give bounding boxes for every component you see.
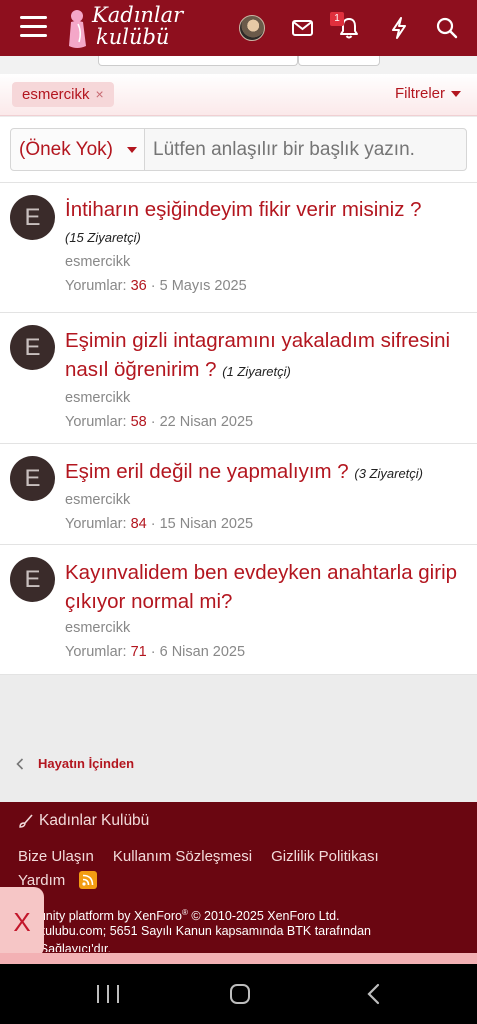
- thread-date[interactable]: 6 Nisan 2025: [160, 644, 245, 660]
- thread-author-avatar[interactable]: E: [10, 325, 55, 370]
- footer-contact-link[interactable]: Bize Ulaşın: [18, 848, 94, 865]
- home-icon[interactable]: [230, 984, 250, 1004]
- meta-separator: ·: [150, 414, 156, 430]
- prefix-select-value: (Önek Yok): [19, 138, 113, 160]
- active-filter-chip[interactable]: esmercikk ×: [12, 82, 114, 107]
- prefix-select[interactable]: (Önek Yok): [10, 128, 145, 171]
- user-avatar[interactable]: [239, 15, 265, 41]
- recent-apps-icon[interactable]: [97, 985, 119, 1003]
- footer-terms-link[interactable]: Kullanım Sözleşmesi: [113, 848, 252, 865]
- meta-separator: ·: [150, 516, 156, 532]
- site-footer: Kadınlar Kulübü Bize Ulaşın Kullanım Söz…: [0, 802, 477, 964]
- thread-author[interactable]: esmercikk: [65, 252, 467, 272]
- breadcrumb-label[interactable]: Hayatın İçinden: [38, 756, 134, 771]
- inbox-icon[interactable]: [289, 15, 315, 41]
- thread-item: E Eşimin gizli intagramını yakaladım sif…: [0, 313, 477, 444]
- thread-title-input[interactable]: [144, 128, 467, 171]
- footer-brand-link[interactable]: Kadınlar Kulübü: [18, 812, 149, 830]
- sub-navigation-fragment: [0, 56, 477, 74]
- footer-privacy-link[interactable]: Gizlilik Politikası: [271, 848, 379, 865]
- thread-author[interactable]: esmercikk: [65, 490, 467, 510]
- footer-copyright-line2: nlarkulubu.com; 5651 Sayılı Kanun kapsam…: [18, 924, 371, 938]
- replies-label: Yorumlar:: [65, 516, 127, 532]
- site-logo[interactable]: Kadınlar kulübü: [66, 2, 196, 54]
- replies-count[interactable]: 36: [131, 278, 147, 294]
- sub-tab-2[interactable]: [298, 56, 380, 66]
- thread-visits: (1 Ziyaretçi): [222, 364, 291, 379]
- meta-separator: ·: [150, 278, 156, 294]
- bottom-banner-strip: [0, 953, 477, 964]
- thread-title[interactable]: Eşim eril değil ne yapmalıyım ?: [65, 460, 349, 483]
- thread-meta: Yorumlar: 84 · 15 Nisan 2025: [65, 514, 467, 534]
- brush-icon: [19, 814, 33, 828]
- thread-visits: (15 Ziyaretçi): [65, 230, 141, 245]
- close-overlay-button[interactable]: X: [0, 887, 44, 957]
- thread-date[interactable]: 5 Mayıs 2025: [160, 278, 247, 294]
- filter-chip-label: esmercikk: [22, 86, 90, 103]
- thread-author[interactable]: esmercikk: [65, 388, 467, 408]
- thread-date[interactable]: 15 Nisan 2025: [160, 516, 254, 532]
- thread-title-wrap[interactable]: Eşimin gizli intagramını yakaladım sifre…: [65, 326, 467, 386]
- filters-dropdown-button[interactable]: Filtreler: [395, 85, 461, 102]
- lightning-icon[interactable]: [386, 15, 412, 41]
- thread-meta: Yorumlar: 58 · 22 Nisan 2025: [65, 412, 467, 432]
- top-header: Kadınlar kulübü 1: [0, 0, 477, 56]
- replies-count[interactable]: 58: [131, 414, 147, 430]
- thread-visits: (3 Ziyaretçi): [354, 466, 424, 481]
- thread-meta: Yorumlar: 36 · 5 Mayıs 2025: [65, 276, 467, 296]
- logo-text-line2: kulübü: [96, 25, 170, 49]
- replies-count[interactable]: 71: [131, 644, 147, 660]
- replies-label: Yorumlar:: [65, 644, 127, 660]
- meta-separator: ·: [150, 644, 156, 660]
- thread-title-wrap[interactable]: Eşim eril değil ne yapmalıyım ? (3 Ziyar…: [65, 457, 467, 488]
- chevron-left-icon: [16, 757, 24, 770]
- close-icon[interactable]: ×: [96, 82, 104, 107]
- thread-author-avatar[interactable]: E: [10, 557, 55, 602]
- logo-figure-icon: [69, 10, 86, 48]
- thread-author-avatar[interactable]: E: [10, 195, 55, 240]
- caret-down-icon: [127, 146, 137, 153]
- rss-icon[interactable]: [79, 871, 98, 889]
- replies-label: Yorumlar:: [65, 278, 127, 294]
- alerts-badge: 1: [330, 12, 344, 26]
- caret-down-icon: [451, 90, 461, 97]
- back-icon[interactable]: [364, 983, 384, 1005]
- replies-label: Yorumlar:: [65, 414, 127, 430]
- search-icon[interactable]: [434, 15, 460, 41]
- thread-list: E İntiharın eşiğindeyim fikir verir misi…: [0, 183, 477, 675]
- quick-thread-row: (Önek Yok): [0, 117, 477, 183]
- thread-item: E İntiharın eşiğindeyim fikir verir misi…: [0, 183, 477, 313]
- filter-bar: esmercikk × Filtreler: [0, 74, 477, 116]
- footer-help-link[interactable]: Yardım: [18, 872, 65, 889]
- thread-author-avatar[interactable]: E: [10, 456, 55, 501]
- sub-tab-1[interactable]: [98, 56, 298, 66]
- filters-label: Filtreler: [394, 85, 445, 102]
- breadcrumb[interactable]: Hayatın İçinden: [16, 756, 134, 771]
- replies-count[interactable]: 84: [131, 516, 147, 532]
- thread-meta: Yorumlar: 71 · 6 Nisan 2025: [65, 642, 467, 662]
- footer-brand-label: Kadınlar Kulübü: [39, 812, 150, 829]
- thread-item: E Kayınvalidem ben evdeyken anahtarla gi…: [0, 545, 477, 675]
- thread-title[interactable]: Kayınvalidem ben evdeyken anahtarla giri…: [65, 558, 467, 616]
- thread-date[interactable]: 22 Nisan 2025: [160, 414, 254, 430]
- system-navigation-bar: [0, 964, 477, 1024]
- thread-author[interactable]: esmercikk: [65, 618, 467, 638]
- hamburger-menu-icon[interactable]: [20, 16, 47, 38]
- thread-title[interactable]: İntiharın eşiğindeyim fikir verir misini…: [65, 195, 467, 224]
- footer-copyright-line3: Yer Sağlayıcı'dır.: [18, 942, 111, 952]
- thread-item: E Eşim eril değil ne yapmalıyım ? (3 Ziy…: [0, 444, 477, 545]
- logo-text-line1: Kadınlar: [92, 3, 184, 27]
